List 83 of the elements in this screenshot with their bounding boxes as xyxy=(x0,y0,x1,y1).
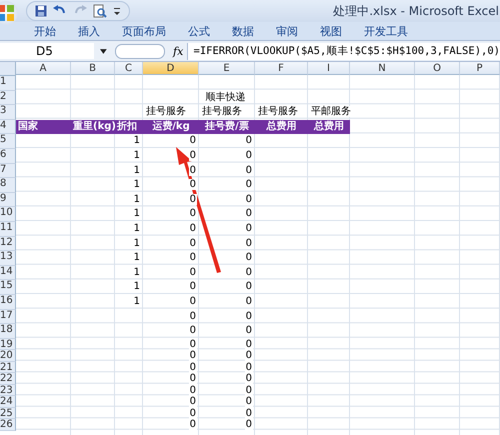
row-header[interactable]: 1 xyxy=(0,76,16,91)
office-button[interactable] xyxy=(0,1,18,25)
row-header[interactable]: 23 xyxy=(0,384,16,396)
ribbon-tab[interactable]: 页面布局 xyxy=(114,24,174,38)
dropdown-icon[interactable] xyxy=(100,48,107,54)
table-cell-text: 0 xyxy=(188,350,198,362)
row-header[interactable]: 2 xyxy=(0,90,16,106)
row-header[interactable]: 14 xyxy=(0,266,16,280)
row-header[interactable]: 17 xyxy=(0,310,16,324)
table-cell: 国家 xyxy=(16,120,71,134)
ribbon-tab[interactable]: 开发工具 xyxy=(356,24,416,38)
table-cell: 运费/kg xyxy=(143,120,199,134)
row-header[interactable]: 10 xyxy=(0,207,16,222)
table-cell-text: 0 xyxy=(188,192,198,207)
table-cell-text: 0 xyxy=(244,396,254,408)
row-header[interactable]: 12 xyxy=(0,236,16,252)
row-header[interactable]: 3 xyxy=(0,105,16,120)
row-header[interactable]: 9 xyxy=(0,192,16,208)
row-header[interactable]: 24 xyxy=(0,396,16,408)
resize-handle[interactable] xyxy=(114,44,165,58)
table-cell-text: 0 xyxy=(188,178,198,192)
table-cell-text: 0 xyxy=(188,164,198,178)
column-header[interactable]: O xyxy=(415,62,460,75)
row-header[interactable]: 5 xyxy=(0,134,16,149)
column-header[interactable]: F xyxy=(255,62,308,75)
ribbon-tab[interactable]: 审阅 xyxy=(268,24,306,38)
table-cell: 总费用 xyxy=(255,120,308,134)
table-cell-text: 0 xyxy=(244,419,254,431)
table-cell: 挂号费/票 xyxy=(199,120,255,134)
column-header[interactable]: I xyxy=(308,62,350,75)
row-header[interactable]: 13 xyxy=(0,251,16,266)
table-cell: 折扣 xyxy=(115,120,143,134)
column-header[interactable]: C xyxy=(115,62,143,75)
column-header[interactable]: D xyxy=(143,62,199,75)
table-cell-text: 0 xyxy=(188,396,198,408)
ribbon-tab[interactable]: 开始 xyxy=(26,24,64,38)
table-cell-text: 0 xyxy=(244,408,254,420)
table-cell-text: 0 xyxy=(244,338,254,350)
row-header[interactable]: 16 xyxy=(0,294,16,310)
row-header[interactable]: 26 xyxy=(0,419,16,431)
table-cell-text: 0 xyxy=(188,408,198,420)
table-cell-text: 0 xyxy=(188,338,198,350)
ribbon-tab[interactable]: 数据 xyxy=(224,24,262,38)
save-icon[interactable] xyxy=(35,5,47,17)
table-cell-text: 平邮服务 xyxy=(309,105,350,120)
table-cell-text: 0 xyxy=(188,362,198,374)
window-title: 处理中.xlsx - Microsoft Excel xyxy=(333,2,500,20)
row-header[interactable]: 22 xyxy=(0,373,16,385)
row-header[interactable]: 4 xyxy=(0,120,16,134)
row-header[interactable]: 6 xyxy=(0,148,16,164)
column-header[interactable]: E xyxy=(199,62,255,75)
formula-field[interactable]: =IFERROR(VLOOKUP($A5,顺丰!$C$5:$H$100,3,FALSE),0) xyxy=(186,42,500,60)
row-header[interactable]: 7 xyxy=(0,164,16,178)
column-header[interactable]: P xyxy=(460,62,500,75)
table-cell: 总费用 xyxy=(308,120,350,134)
ribbon-tab[interactable]: 视图 xyxy=(312,24,350,38)
dropdown-icon[interactable] xyxy=(113,7,121,15)
table-cell: 重里(kg) xyxy=(71,120,115,134)
function-button[interactable]: fx xyxy=(173,44,187,58)
table-cell-text: 0 xyxy=(188,373,198,385)
column-header[interactable]: B xyxy=(71,62,115,75)
row-header[interactable]: 8 xyxy=(0,178,16,193)
table-cell-text: 0 xyxy=(188,419,198,431)
row-header[interactable]: 11 xyxy=(0,222,16,237)
row-header[interactable]: 19 xyxy=(0,338,16,350)
table-cell-text: 0 xyxy=(188,148,198,163)
print-preview-icon[interactable] xyxy=(93,4,107,18)
row-header[interactable]: 20 xyxy=(0,350,16,362)
ribbon-tab[interactable]: 插入 xyxy=(70,24,108,38)
column-header[interactable]: N xyxy=(350,62,415,75)
row-header[interactable]: 18 xyxy=(0,324,16,339)
table-cell-text: 0 xyxy=(244,384,254,396)
row-header[interactable]: 25 xyxy=(0,408,16,420)
row-header[interactable]: 21 xyxy=(0,362,16,374)
ribbon-tab[interactable]: 公式 xyxy=(180,24,218,38)
table-cell-text: 0 xyxy=(244,362,254,374)
table-cell-text: 0 xyxy=(188,384,198,396)
table-cell-text: 顺丰快递 xyxy=(204,90,246,105)
table-cell-text: 0 xyxy=(244,373,254,385)
column-header[interactable]: A xyxy=(16,62,71,75)
row-header[interactable]: 15 xyxy=(0,280,16,295)
name-box[interactable]: D5 xyxy=(0,43,94,59)
table-cell-text: 0 xyxy=(244,350,254,362)
